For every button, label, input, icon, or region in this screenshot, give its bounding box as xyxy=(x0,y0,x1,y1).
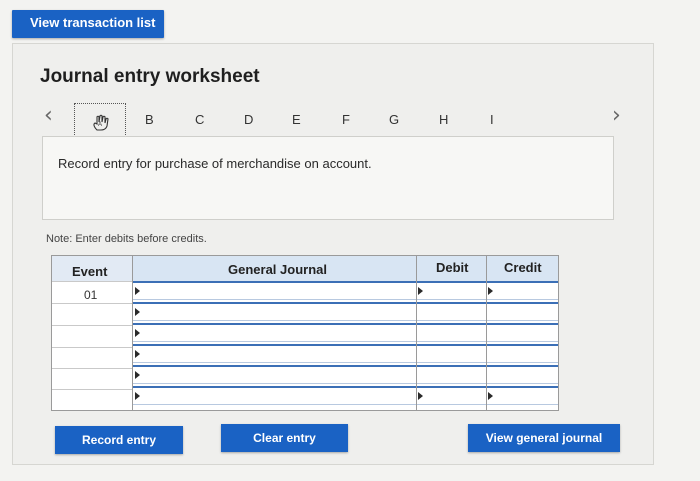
debit-input[interactable] xyxy=(417,281,486,300)
view-general-journal-button[interactable]: View general journal xyxy=(468,424,620,452)
previous-arrow-icon[interactable]: ‹ xyxy=(44,104,53,128)
dropdown-marker-icon xyxy=(418,392,423,400)
debit-input[interactable] xyxy=(417,344,486,363)
row-divider xyxy=(52,389,132,390)
next-arrow-icon[interactable]: › xyxy=(612,104,621,128)
credit-input[interactable] xyxy=(487,323,558,342)
header-credit: Credit xyxy=(486,256,558,281)
description-box xyxy=(42,136,614,220)
debit-input[interactable] xyxy=(417,365,486,384)
dropdown-marker-icon xyxy=(135,392,140,400)
row-divider xyxy=(52,281,132,282)
account-input[interactable] xyxy=(133,323,416,342)
event-number: 01 xyxy=(84,288,98,302)
header-general-journal: General Journal xyxy=(132,256,416,281)
credit-input[interactable] xyxy=(487,386,558,405)
hand-pointer-icon: A xyxy=(93,114,109,131)
credit-input[interactable] xyxy=(487,344,558,363)
debit-input[interactable] xyxy=(417,386,486,405)
credit-input[interactable] xyxy=(487,302,558,321)
account-input[interactable] xyxy=(133,281,416,300)
row-divider xyxy=(52,325,132,326)
tab-i[interactable]: I xyxy=(490,112,494,127)
journal-table: Event General Journal Debit Credit 01 xyxy=(51,255,559,411)
tab-d[interactable]: D xyxy=(244,112,253,127)
dropdown-marker-icon xyxy=(135,329,140,337)
dropdown-marker-icon xyxy=(418,287,423,295)
debit-input[interactable] xyxy=(417,302,486,321)
dropdown-marker-icon xyxy=(135,371,140,379)
row-divider xyxy=(52,368,132,369)
tab-f[interactable]: F xyxy=(342,112,350,127)
dropdown-marker-icon xyxy=(135,308,140,316)
page-title: Journal entry worksheet xyxy=(40,66,260,87)
header-debit: Debit xyxy=(416,256,486,281)
clear-entry-button[interactable]: Clear entry xyxy=(221,424,348,452)
credit-input[interactable] xyxy=(487,281,558,300)
debit-input[interactable] xyxy=(417,323,486,342)
account-input[interactable] xyxy=(133,386,416,405)
account-input[interactable] xyxy=(133,365,416,384)
view-transaction-list-button[interactable]: View transaction list xyxy=(12,10,164,38)
record-entry-button[interactable]: Record entry xyxy=(55,426,183,454)
dropdown-marker-icon xyxy=(135,287,140,295)
tab-e[interactable]: E xyxy=(292,112,301,127)
account-input[interactable] xyxy=(133,302,416,321)
row-divider xyxy=(52,347,132,348)
dropdown-marker-icon xyxy=(135,350,140,358)
tab-h[interactable]: H xyxy=(439,112,448,127)
tab-c[interactable]: C xyxy=(195,112,204,127)
credit-input[interactable] xyxy=(487,365,558,384)
row-divider xyxy=(52,303,132,304)
tab-b[interactable]: B xyxy=(145,112,154,127)
account-input[interactable] xyxy=(133,344,416,363)
tab-g[interactable]: G xyxy=(389,112,399,127)
header-event: Event xyxy=(52,256,132,281)
dropdown-marker-icon xyxy=(488,392,493,400)
dropdown-marker-icon xyxy=(488,287,493,295)
entry-description: Record entry for purchase of merchandise… xyxy=(58,156,372,171)
note-text: Note: Enter debits before credits. xyxy=(46,233,207,245)
svg-text:A: A xyxy=(98,122,102,128)
